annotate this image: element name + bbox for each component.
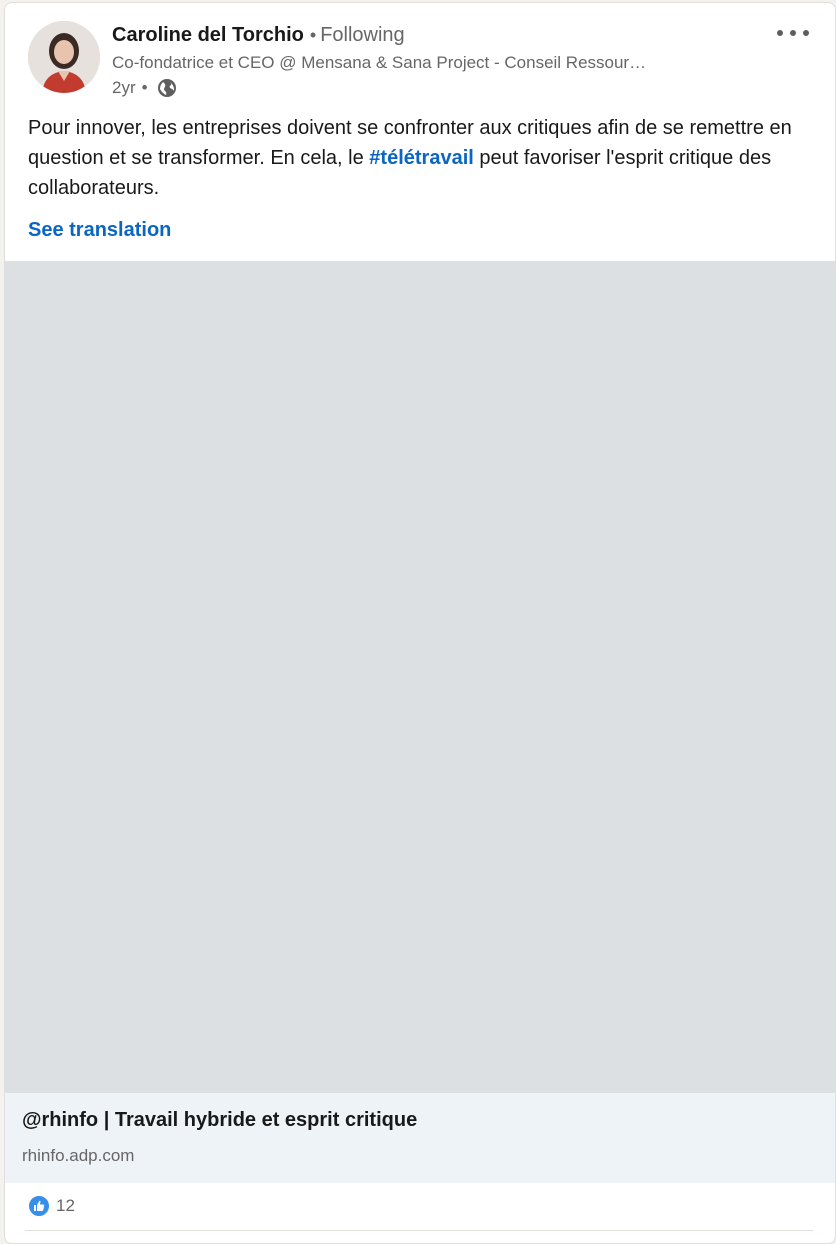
reaction-count[interactable]: 12 [56, 1196, 75, 1216]
more-horizontal-icon [777, 30, 809, 36]
hashtag-link[interactable]: #télétravail [369, 147, 474, 169]
globe-icon [156, 77, 178, 99]
avatar-photo [28, 21, 100, 93]
article-image-placeholder[interactable] [5, 261, 835, 1093]
separator-dot: • [309, 25, 317, 45]
post-meta: 2yr • [112, 77, 178, 99]
link-preview[interactable]: @rhinfo | Travail hybride et esprit crit… [5, 1093, 835, 1183]
post-body-text: Pour innover, les entreprises doivent se… [28, 113, 808, 203]
post-header: Caroline del Torchio • Following Co-fondat… [5, 3, 835, 103]
more-options-button[interactable] [773, 21, 813, 45]
separator-dot: • [141, 78, 148, 97]
like-icon [28, 1195, 50, 1217]
post-time: 2yr [112, 78, 136, 97]
divider [25, 1230, 813, 1231]
follow-status: Following [320, 24, 405, 46]
link-preview-title[interactable]: @rhinfo | Travail hybride et esprit crit… [22, 1109, 417, 1132]
author-avatar[interactable] [28, 21, 100, 93]
author-name[interactable]: Caroline del Torchio [112, 24, 304, 46]
feed-post-card: Caroline del Torchio • Following Co-fondat… [4, 2, 836, 1244]
see-translation-button[interactable]: See translation [28, 219, 171, 242]
author-headline: Co-fondatrice et CEO @ Mensana & Sana Pr… [112, 53, 647, 72]
reactions-summary[interactable]: 12 [28, 1195, 75, 1217]
link-preview-domain: rhinfo.adp.com [22, 1146, 135, 1165]
author-line: Caroline del Torchio • Following [112, 24, 405, 47]
